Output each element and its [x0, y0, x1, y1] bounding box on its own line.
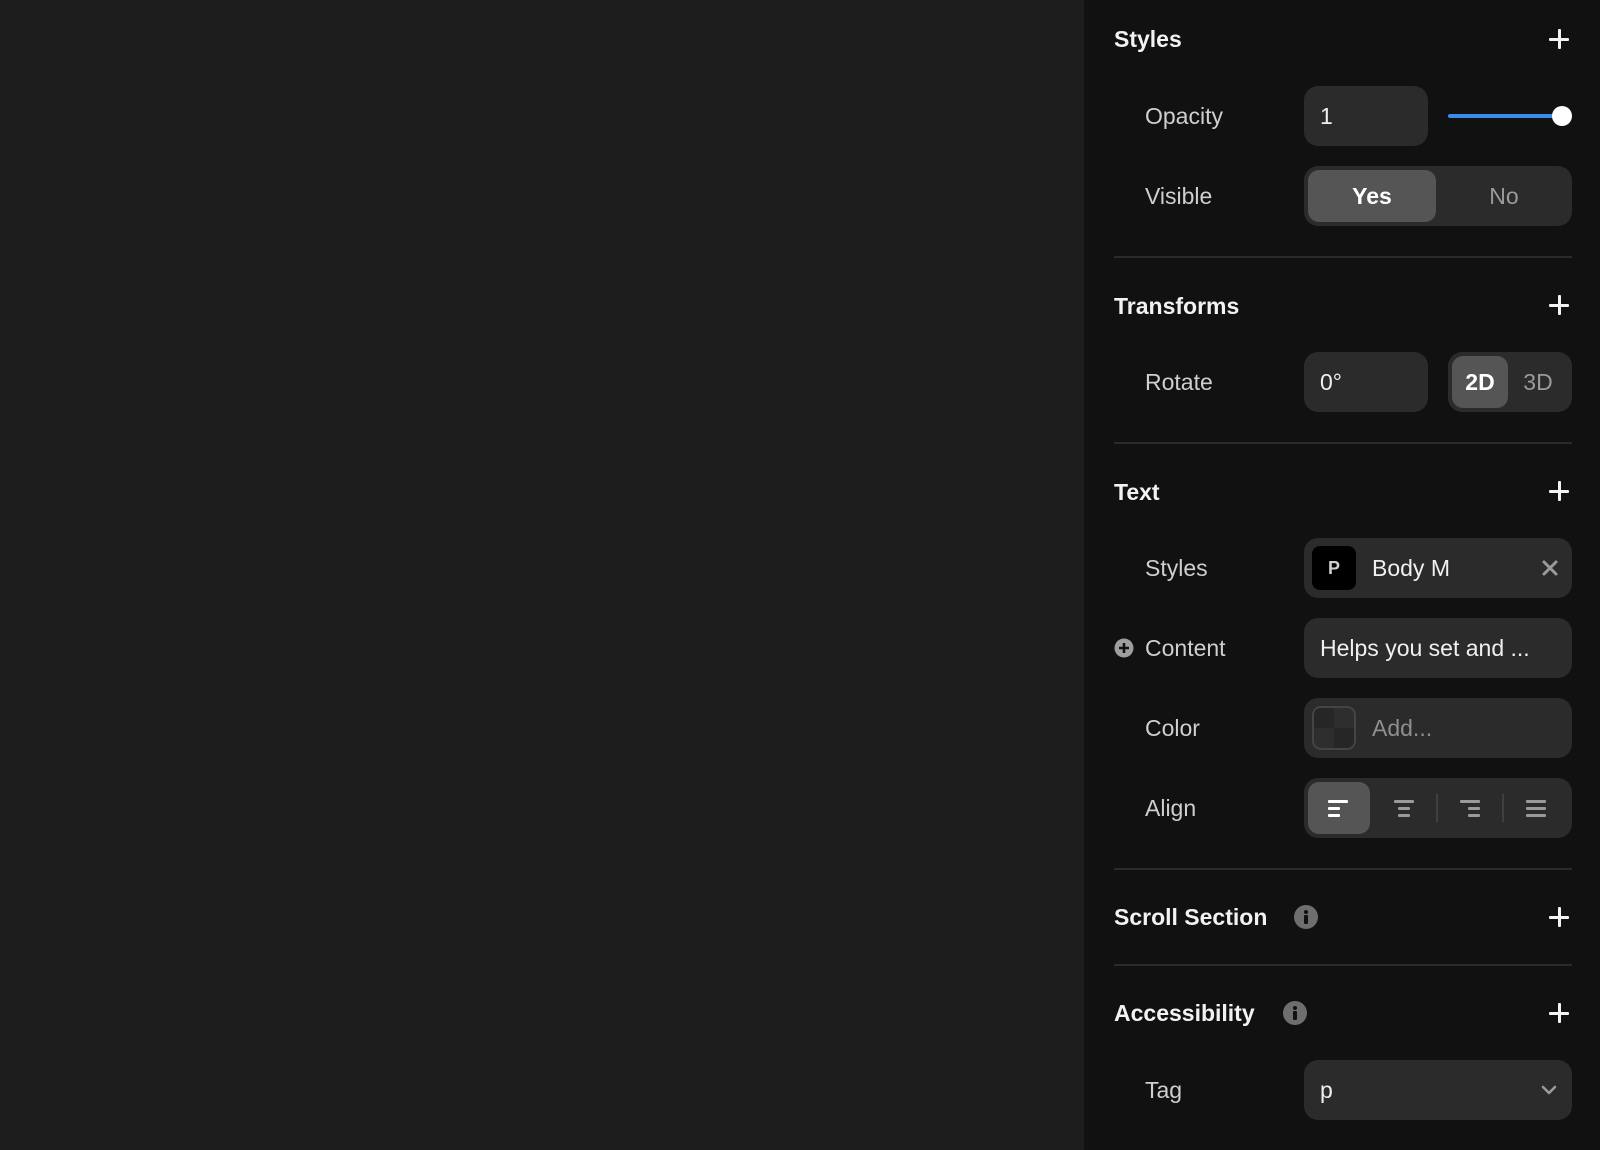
align-center-button[interactable] [1372, 782, 1436, 834]
tag-value: p [1320, 1077, 1333, 1103]
divider [1114, 868, 1572, 870]
color-label: Color [1145, 715, 1200, 741]
rotate-label: Rotate [1145, 369, 1213, 395]
opacity-input[interactable]: 1 [1304, 86, 1428, 146]
color-picker[interactable]: Add... [1304, 698, 1572, 758]
content-value: Helps you set and ... [1320, 635, 1530, 661]
close-icon[interactable] [1540, 558, 1560, 578]
add-styles-button[interactable] [1548, 28, 1570, 50]
align-right-button[interactable] [1438, 782, 1502, 834]
rotate-input[interactable]: 0° [1304, 352, 1428, 412]
color-placeholder: Add... [1372, 715, 1433, 741]
add-transform-button[interactable] [1548, 294, 1570, 316]
align-right-icon [1438, 782, 1500, 834]
content-input[interactable]: Helps you set and ... [1304, 618, 1572, 678]
align-label: Align [1145, 795, 1197, 821]
mode-3d-option[interactable]: 3D [1508, 356, 1568, 408]
align-justify-button[interactable] [1504, 782, 1568, 834]
mode-2d-option[interactable]: 2D [1452, 356, 1508, 408]
text-style-value: Body M [1372, 555, 1450, 581]
info-icon[interactable] [1294, 905, 1318, 929]
section-title-styles: Styles [1114, 26, 1182, 52]
text-styles-label: Styles [1145, 555, 1208, 581]
opacity-label: Opacity [1145, 103, 1223, 129]
visible-label: Visible [1145, 183, 1213, 209]
section-title-accessibility: Accessibility [1114, 1000, 1255, 1026]
tag-select[interactable]: p [1304, 1060, 1572, 1120]
visible-yes-option[interactable]: Yes [1308, 170, 1436, 222]
divider [1114, 964, 1572, 966]
add-scroll-section-button[interactable] [1548, 906, 1570, 928]
color-swatch[interactable] [1312, 706, 1356, 750]
canvas[interactable] [0, 0, 1084, 1150]
align-justify-icon [1504, 782, 1566, 834]
opacity-value: 1 [1320, 103, 1333, 129]
info-icon[interactable] [1283, 1001, 1307, 1025]
divider [1114, 256, 1572, 258]
align-left-button[interactable] [1308, 782, 1370, 834]
align-toggle [1304, 778, 1572, 838]
align-left-icon [1308, 782, 1370, 834]
properties-panel: Styles Opacity 1 Visible Yes No Transfor… [1084, 0, 1600, 1150]
visible-toggle: Yes No [1304, 166, 1572, 226]
content-label: Content [1145, 635, 1226, 661]
plus-circle-icon[interactable] [1114, 638, 1134, 658]
tag-label: Tag [1145, 1077, 1183, 1103]
add-text-button[interactable] [1548, 480, 1570, 502]
chevron-down-icon [1540, 1082, 1558, 1098]
visible-no-option[interactable]: No [1440, 170, 1568, 222]
align-center-icon [1372, 782, 1434, 834]
rotate-value: 0° [1320, 369, 1342, 395]
text-style-picker[interactable]: P Body M [1304, 538, 1572, 598]
section-title-text: Text [1114, 479, 1160, 505]
opacity-slider-fill [1448, 114, 1562, 118]
rotate-mode-toggle: 2D 3D [1448, 352, 1572, 412]
add-accessibility-button[interactable] [1548, 1002, 1570, 1024]
opacity-slider[interactable] [1448, 106, 1572, 126]
section-title-scroll-section: Scroll Section [1114, 904, 1268, 930]
section-title-transforms: Transforms [1114, 293, 1240, 319]
paragraph-style-badge: P [1312, 546, 1356, 590]
opacity-slider-thumb[interactable] [1552, 106, 1572, 126]
divider [1114, 442, 1572, 444]
